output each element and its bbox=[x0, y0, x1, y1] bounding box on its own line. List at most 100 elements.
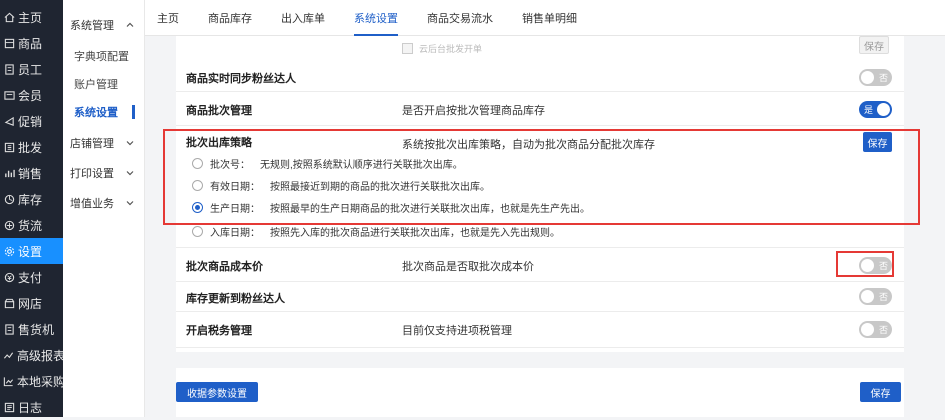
toggle-text: 否 bbox=[878, 292, 888, 302]
row-batch-mgmt: 商品批次管理 是否开启按批次管理商品库存 是 bbox=[176, 92, 904, 126]
group-label: 打印设置 bbox=[70, 168, 114, 180]
batch-mgmt-toggle[interactable]: 是 bbox=[859, 101, 892, 118]
stock-sync-toggle[interactable]: 否 bbox=[859, 288, 892, 305]
promotion-icon bbox=[3, 115, 15, 127]
nav-item-payment[interactable]: 支付 bbox=[0, 264, 63, 290]
tab-transaction-flow[interactable]: 商品交易流水 bbox=[427, 0, 493, 36]
nav-item-goods[interactable]: 商品 bbox=[0, 30, 63, 56]
tax-mgmt-label: 开启税务管理 bbox=[186, 325, 252, 337]
batch-mgmt-label: 商品批次管理 bbox=[186, 105, 252, 117]
chevron-up-icon bbox=[126, 22, 134, 27]
group-label: 增值业务 bbox=[70, 198, 114, 210]
nav-label: 售货机 bbox=[18, 322, 55, 337]
toggle-knob bbox=[861, 290, 874, 303]
nav-label: 会员 bbox=[18, 88, 43, 103]
nav-item-vending[interactable]: 售货机 bbox=[0, 316, 63, 342]
chevron-down-icon bbox=[126, 201, 134, 206]
nav-item-staff[interactable]: 员工 bbox=[0, 56, 63, 82]
supply-icon bbox=[3, 219, 15, 231]
row-stock-sync: 库存更新到粉丝达人 否 bbox=[176, 282, 904, 312]
cloud-wholesale-label: 云后台批发开单 bbox=[419, 44, 483, 54]
nav-item-local-purchase[interactable]: 本地采购 bbox=[0, 368, 65, 394]
save-button-disabled[interactable]: 保存 bbox=[859, 36, 889, 54]
row-tax-mgmt: 开启税务管理 目前仅支持进项税管理 否 bbox=[176, 312, 904, 348]
receipt-params-panel: 收据参数设置 保存 bbox=[176, 368, 904, 417]
nav-item-sales[interactable]: 销售 bbox=[0, 160, 63, 186]
nav-item-store[interactable]: 网店 bbox=[0, 290, 63, 316]
nav-label: 商品 bbox=[18, 36, 43, 51]
nav-item-log[interactable]: 日志 bbox=[0, 394, 63, 420]
stock-sync-label: 库存更新到粉丝达人 bbox=[186, 293, 285, 305]
tab-system-settings[interactable]: 系统设置 bbox=[354, 0, 398, 36]
option-name: 入库日期： bbox=[210, 228, 260, 239]
nav-label: 高级报表 bbox=[17, 348, 66, 363]
subnav-group-store[interactable]: 店铺管理 bbox=[63, 130, 144, 156]
toggle-text: 否 bbox=[878, 325, 888, 335]
nav-label: 日志 bbox=[18, 400, 43, 415]
chevron-down-icon bbox=[126, 141, 134, 146]
nav-label: 网店 bbox=[18, 296, 43, 311]
highlight-box-batch-strategy bbox=[163, 129, 920, 225]
tax-mgmt-toggle[interactable]: 否 bbox=[859, 321, 892, 338]
group-label: 店铺管理 bbox=[70, 138, 114, 150]
home-icon bbox=[3, 11, 15, 23]
batch-cost-label: 批次商品成本价 bbox=[186, 261, 263, 273]
receipt-params-tab[interactable]: 收据参数设置 bbox=[176, 382, 258, 402]
chevron-down-icon bbox=[126, 171, 134, 176]
tab-home[interactable]: 主页 bbox=[157, 0, 179, 36]
subnav-item-dictionary[interactable]: 字典项配置 bbox=[63, 42, 144, 70]
tab-goods-inventory[interactable]: 商品库存 bbox=[208, 0, 252, 36]
member-icon bbox=[3, 89, 15, 101]
tab-sales-details[interactable]: 销售单明细 bbox=[522, 0, 577, 36]
option-inbound-date[interactable]: 入库日期： 按照先入库的批次商品进行关联批次出库，也就是先入先出规则。 bbox=[192, 224, 560, 239]
tax-mgmt-desc: 目前仅支持进项税管理 bbox=[402, 325, 512, 337]
subnav-group-value-added[interactable]: 增值业务 bbox=[63, 190, 144, 216]
item-label: 字典项配置 bbox=[74, 51, 129, 63]
store-icon bbox=[3, 297, 15, 309]
vending-icon bbox=[3, 323, 15, 335]
wholesale-icon bbox=[3, 141, 15, 153]
batch-cost-desc: 批次商品是否取批次成本价 bbox=[402, 261, 534, 273]
radio-inbound-date[interactable] bbox=[192, 226, 203, 237]
toggle-text: 否 bbox=[878, 73, 888, 83]
item-label: 系统设置 bbox=[74, 107, 118, 119]
realtime-sync-toggle[interactable]: 否 bbox=[859, 69, 892, 86]
nav-label: 主页 bbox=[18, 10, 43, 25]
cloud-wholesale-checkbox[interactable] bbox=[402, 43, 413, 54]
option-desc: 按照先入库的批次商品进行关联批次出库，也就是先入先出规则。 bbox=[270, 228, 560, 239]
goods-icon bbox=[3, 37, 15, 49]
nav-label: 库存 bbox=[18, 192, 43, 207]
nav-item-member[interactable]: 会员 bbox=[0, 82, 63, 108]
toggle-knob bbox=[861, 71, 874, 84]
receipt-params-save-button[interactable]: 保存 bbox=[860, 382, 901, 402]
subnav-group-system[interactable]: 系统管理 bbox=[63, 12, 144, 38]
tab-stock-orders[interactable]: 出入库单 bbox=[281, 0, 325, 36]
toggle-text: 是 bbox=[864, 105, 874, 115]
nav-label: 批发 bbox=[18, 140, 43, 155]
subnav-group-print[interactable]: 打印设置 bbox=[63, 160, 144, 186]
subnav-item-system-settings[interactable]: 系统设置 bbox=[63, 98, 144, 126]
nav-item-settings[interactable]: 设置 bbox=[0, 238, 63, 264]
nav-label: 货流 bbox=[18, 218, 43, 233]
log-icon bbox=[3, 401, 15, 413]
nav-item-inventory[interactable]: 库存 bbox=[0, 186, 63, 212]
nav-label: 设置 bbox=[18, 244, 43, 259]
item-label: 账户管理 bbox=[74, 79, 118, 91]
nav-item-supply[interactable]: 货流 bbox=[0, 212, 63, 238]
staff-icon bbox=[3, 63, 15, 75]
settings-icon bbox=[3, 245, 15, 257]
row-cloud-wholesale: 云后台批发开单 保存 bbox=[176, 36, 904, 62]
toggle-knob bbox=[861, 323, 874, 336]
main-sidebar: 主页 商品 员工 会员 促销 批发 销售 库存 货流 设置 支付 网店 售货机 … bbox=[0, 0, 66, 420]
nav-item-home[interactable]: 主页 bbox=[0, 4, 63, 30]
sales-icon bbox=[3, 167, 15, 179]
subnav-item-accounts[interactable]: 账户管理 bbox=[63, 70, 144, 98]
nav-label: 支付 bbox=[18, 270, 43, 285]
nav-item-report[interactable]: 高级报表 bbox=[0, 342, 66, 368]
group-label: 系统管理 bbox=[70, 20, 114, 32]
realtime-sync-label: 商品实时同步粉丝达人 bbox=[186, 73, 296, 85]
nav-item-promotion[interactable]: 促销 bbox=[0, 108, 63, 134]
top-tabs: 主页 商品库存 出入库单 系统设置 商品交易流水 销售单明细 bbox=[145, 0, 945, 36]
settings-subnav: 系统管理 字典项配置 账户管理 系统设置 店铺管理 打印设置 增值业务 bbox=[63, 0, 145, 417]
nav-item-wholesale[interactable]: 批发 bbox=[0, 134, 63, 160]
